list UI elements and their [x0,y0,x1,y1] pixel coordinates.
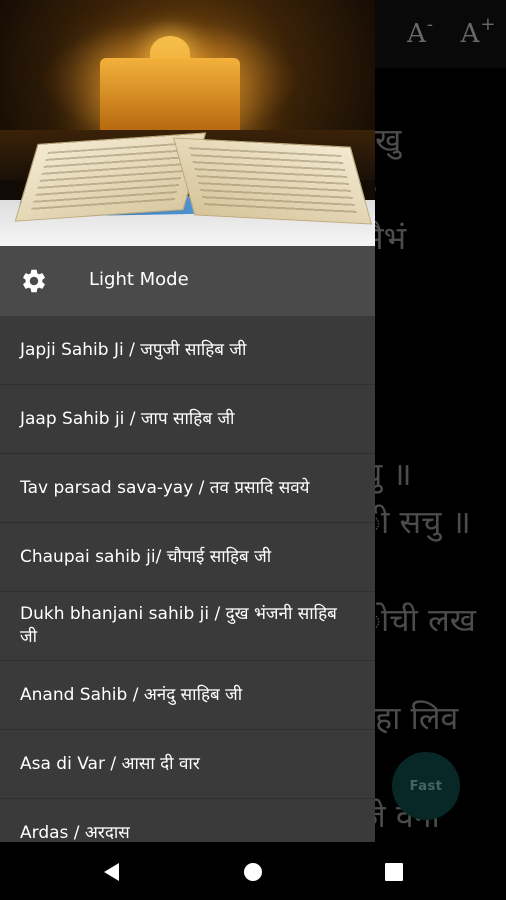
book-text-lines [188,147,358,215]
book-page-right [173,137,372,225]
mode-label: Light Mode [89,269,189,290]
bani-menu-list: Japji Sahib Ji / जपुजी साहिब जी Jaap Sah… [0,316,375,842]
back-icon[interactable] [100,860,124,884]
menu-item-label: Asa di Var / आसा दी वार [20,753,200,774]
theme-mode-toggle[interactable]: Light Mode [0,246,375,316]
system-navigation-bar [0,842,506,900]
navigation-drawer: Light Mode Japji Sahib Ji / जपुजी साहिब … [0,0,375,842]
menu-item-label: Chaupai sahib ji/ चौपाई साहिब जी [20,546,272,567]
menu-item-chaupai-sahib[interactable]: Chaupai sahib ji/ चौपाई साहिब जी [0,523,375,592]
menu-item-label: Japji Sahib Ji / जपुजी साहिब जी [20,339,247,360]
menu-item-ardas[interactable]: Ardas / अरदास [0,799,375,843]
menu-item-label: Ardas / अरदास [20,822,130,843]
menu-item-label: Tav parsad sava-yay / तव प्रसादि सवये [20,477,310,498]
golden-temple [100,58,240,130]
gear-icon [23,269,45,293]
menu-item-label: Anand Sahib / अनंदु साहिब जी [20,684,243,705]
menu-item-label: Jaap Sahib ji / जाप साहिब जी [20,408,235,429]
menu-item-jaap-sahib[interactable]: Jaap Sahib ji / जाप साहिब जी [0,385,375,454]
recents-icon[interactable] [382,860,406,884]
menu-item-dukh-bhanjani-sahib[interactable]: Dukh bhanjani sahib ji / दुख भंजनी साहिब… [0,592,375,661]
drawer-header-image [0,0,375,246]
menu-item-tav-parsad-savaye[interactable]: Tav parsad sava-yay / तव प्रसादि सवये [0,454,375,523]
menu-item-anand-sahib[interactable]: Anand Sahib / अनंदु साहिब जी [0,661,375,730]
menu-item-asa-di-var[interactable]: Asa di Var / आसा दी वार [0,730,375,799]
book-text-lines [30,142,192,212]
menu-item-japji-sahib[interactable]: Japji Sahib Ji / जपुजी साहिब जी [0,316,375,385]
menu-item-label: Dukh bhanjani sahib ji / दुख भंजनी साहिब… [20,604,337,647]
home-icon[interactable] [241,860,265,884]
